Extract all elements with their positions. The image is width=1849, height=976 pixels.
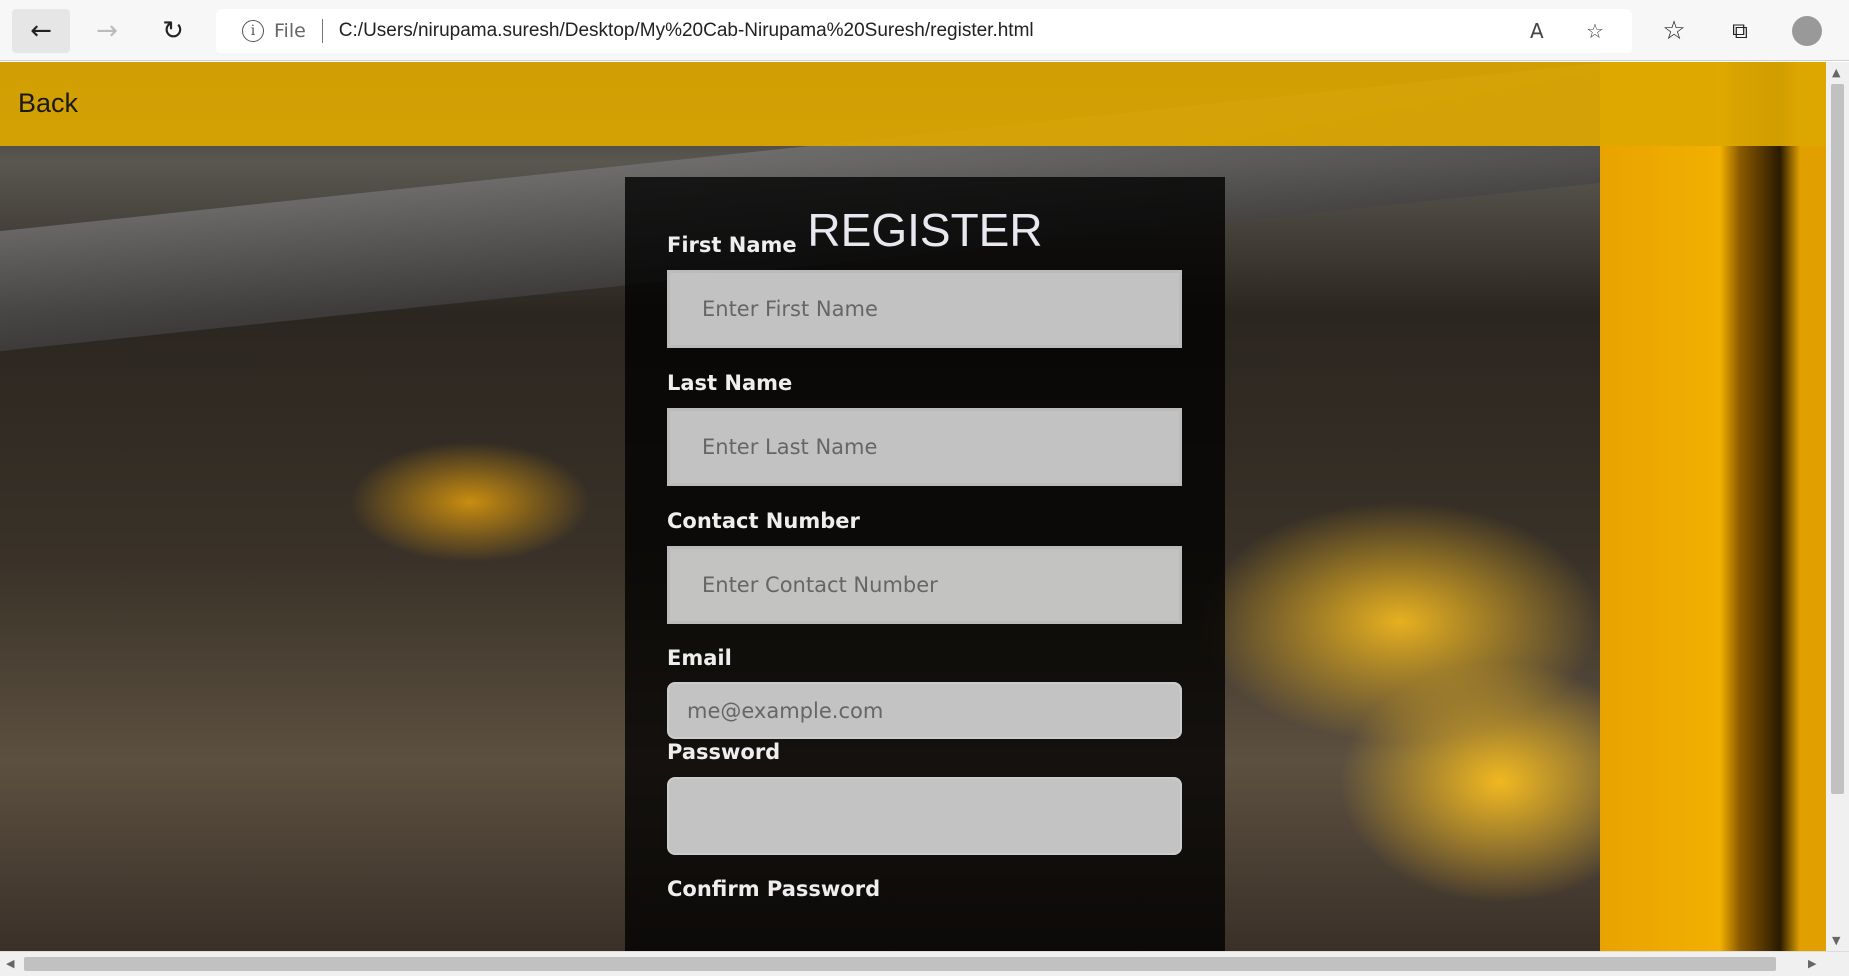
header-bar: Back [0,62,1826,146]
read-aloud-icon[interactable]: A [1530,19,1544,43]
scroll-up-icon[interactable]: ▲ [1832,66,1840,79]
first-name-label: First Name [667,233,797,257]
back-link[interactable]: Back [18,88,78,119]
password-label: Password [667,740,781,764]
email-input[interactable]: me@example.com [667,682,1182,739]
last-name-label: Last Name [667,371,793,395]
register-form: REGISTER First Name Enter First Name Las… [625,177,1225,951]
collections-icon[interactable]: ⧉ [1711,9,1769,53]
first-name-input[interactable]: Enter First Name [667,270,1182,348]
horizontal-scroll-thumb[interactable] [24,957,1776,971]
password-input[interactable] [667,777,1182,855]
scroll-right-icon[interactable]: ▶ [1808,957,1816,970]
last-name-input[interactable]: Enter Last Name [667,408,1182,486]
favorites-icon[interactable]: ☆ [1645,9,1703,53]
divider [321,19,323,43]
back-arrow-icon[interactable]: ← [12,9,70,53]
forward-arrow-icon[interactable]: → [78,9,136,53]
browser-toolbar: ← → ↻ i File C:/Users/nirupama.suresh/De… [0,0,1849,61]
address-bar[interactable]: i File C:/Users/nirupama.suresh/Desktop/… [216,9,1632,53]
vertical-scrollbar[interactable]: ▲ ▼ [1826,62,1849,951]
contact-number-label: Contact Number [667,509,860,533]
horizontal-scrollbar[interactable]: ◀ ▶ [0,951,1849,976]
confirm-password-label: Confirm Password [667,877,881,901]
add-favorite-icon[interactable]: ☆ [1586,19,1604,43]
refresh-icon[interactable]: ↻ [144,9,202,53]
info-icon[interactable]: i [242,20,264,42]
vertical-scroll-thumb[interactable] [1831,84,1844,794]
scroll-down-icon[interactable]: ▼ [1832,934,1840,947]
contact-number-input[interactable]: Enter Contact Number [667,546,1182,624]
email-label: Email [667,646,732,670]
scroll-left-icon[interactable]: ◀ [6,957,14,970]
profile-icon[interactable] [1778,9,1836,53]
file-label: File [274,20,306,42]
url-text[interactable]: C:/Users/nirupama.suresh/Desktop/My%20Ca… [339,20,1034,42]
page-background: Back REGISTER First Name Enter First Nam… [0,62,1826,951]
